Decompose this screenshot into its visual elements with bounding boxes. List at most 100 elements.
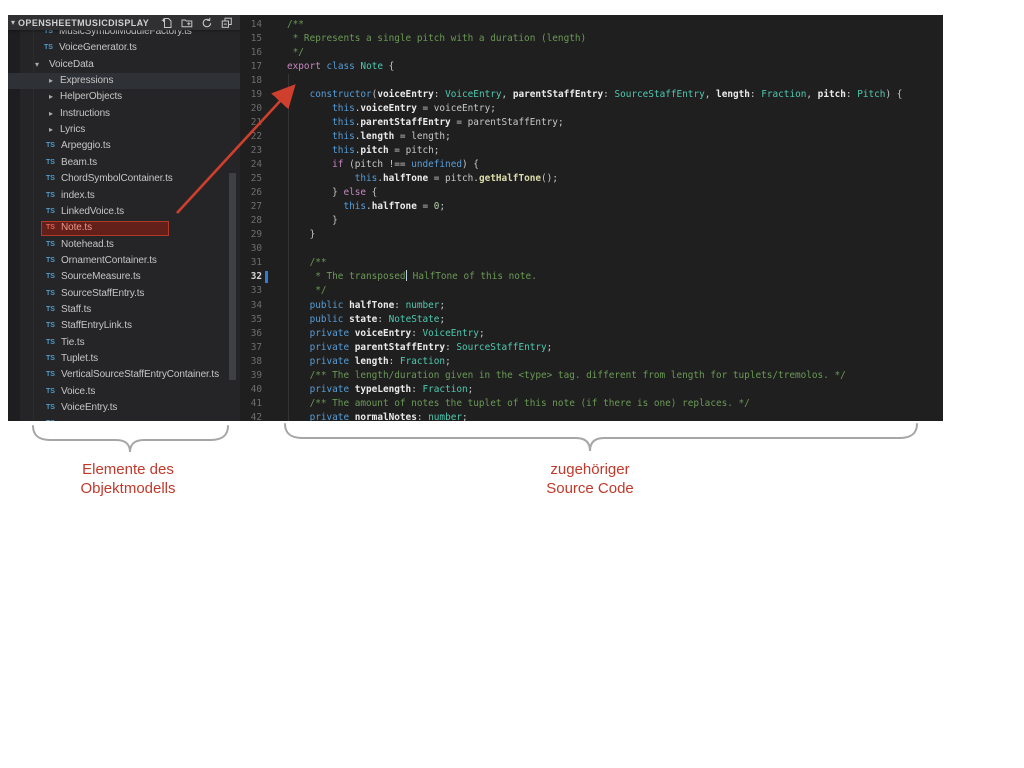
code-text: */ — [287, 46, 304, 58]
code-line-17[interactable]: 17 export class Note { — [240, 60, 943, 74]
tree-item-staffentrylink-ts[interactable]: TS StaffEntryLink.ts — [8, 318, 240, 334]
code-line-16[interactable]: 16 */ — [240, 46, 943, 60]
tree-item-label: Lyrics — [60, 124, 86, 136]
code-line-37[interactable]: 37 private parentStaffEntry: SourceStaff… — [240, 341, 943, 355]
tree-item-voicedata[interactable]: ▾ VoiceData — [8, 57, 240, 73]
tree-item-index-ts[interactable]: TS index.ts — [8, 188, 240, 204]
chevron-down-icon: ▾ — [11, 18, 16, 27]
ts-file-icon: TS — [46, 387, 55, 395]
tree-item-label: Staff.ts — [61, 303, 92, 315]
tree-item-ornamentcontainer-ts[interactable]: TS OrnamentContainer.ts — [8, 253, 240, 269]
chevron-right-icon: ▸ — [49, 76, 54, 86]
code-line-40[interactable]: 40 private typeLength: Fraction; — [240, 383, 943, 397]
sidebar-scrollbar[interactable] — [229, 173, 236, 380]
tree-item-label: SourceMeasure.ts — [61, 271, 141, 283]
code-line-31[interactable]: 31 /** — [240, 256, 943, 270]
ts-file-icon: TS — [46, 305, 55, 313]
line-number: 42 — [250, 411, 262, 421]
line-number: 34 — [250, 299, 262, 311]
tree-item-label: VoiceData — [49, 58, 94, 70]
ts-file-icon: TS — [46, 289, 55, 297]
ts-file-icon: TS — [46, 142, 55, 150]
code-line-32[interactable]: 32 * The transposed HalfTone of this not… — [240, 270, 943, 284]
line-number: 38 — [250, 355, 262, 367]
code-line-18[interactable]: 18 — [240, 74, 943, 88]
code-text: */ — [287, 285, 327, 297]
refresh-icon[interactable] — [201, 17, 213, 29]
code-line-39[interactable]: 39 /** The length/duration given in the … — [240, 369, 943, 383]
tree-item-verticalsourcestaffentrycontainer-ts[interactable]: TS VerticalSourceStaffEntryContainer.ts — [8, 367, 240, 383]
line-number: 37 — [250, 341, 262, 353]
line-number: 35 — [250, 313, 262, 325]
vscode-screenshot: TS MusicSymbolModuleFactory.ts TS VoiceGene… — [8, 15, 943, 421]
code-line-30[interactable]: 30 — [240, 242, 943, 256]
tree-item-tie-ts[interactable]: TS Tie.ts — [8, 335, 240, 351]
code-line-35[interactable]: 35 public state: NoteState; — [240, 313, 943, 327]
code-line-22[interactable]: 22 this.length = length; — [240, 130, 943, 144]
code-line-19[interactable]: 19 constructor(voiceEntry: VoiceEntry, p… — [240, 88, 943, 102]
code-text: private normalNotes: number; — [309, 411, 468, 421]
code-line-36[interactable]: 36 private voiceEntry: VoiceEntry; — [240, 327, 943, 341]
ts-file-icon: TS — [46, 175, 55, 183]
code-text: private parentStaffEntry: SourceStaffEnt… — [309, 341, 553, 353]
tree-item-notehead-ts[interactable]: TS Notehead.ts — [8, 237, 240, 253]
code-text: constructor(voiceEntry: VoiceEntry, pare… — [309, 88, 903, 100]
new-file-icon[interactable] — [161, 17, 173, 29]
tree-item-label: HelperObjects — [60, 91, 123, 103]
code-line-27[interactable]: 27 this.halfTone = 0; — [240, 200, 943, 214]
code-line-34[interactable]: 34 public halfTone: number; — [240, 299, 943, 313]
code-line-20[interactable]: 20 this.voiceEntry = voiceEntry; — [240, 102, 943, 116]
collapse-all-icon[interactable] — [221, 17, 233, 29]
tree-item-sourcestaffentry-ts[interactable]: TS SourceStaffEntry.ts — [8, 286, 240, 302]
code-line-26[interactable]: 26 } else { — [240, 186, 943, 200]
tree-item-tuplet-ts[interactable]: TS Tuplet.ts — [8, 351, 240, 367]
tree-item-staff-ts[interactable]: TS Staff.ts — [8, 302, 240, 318]
code-text: private length: Fraction; — [309, 355, 451, 367]
line-number: 41 — [250, 397, 262, 409]
code-text: * The transposed HalfTone of this note. — [287, 270, 537, 283]
tree-item-lyrics[interactable]: ▸ Lyrics — [8, 122, 240, 138]
code-line-33[interactable]: 33 */ — [240, 284, 943, 298]
code-editor: 14 /** 15 * Represents a single pitch with… — [240, 15, 943, 421]
tree-item-label: LinkedVoice.ts — [61, 205, 125, 217]
line-number: 33 — [250, 285, 262, 297]
ts-file-icon: TS — [46, 338, 55, 346]
page: { "colors":{"accent_red":"#c0392b","sele… — [0, 0, 1024, 768]
tree-item-linkedvoice-ts[interactable]: TS LinkedVoice.ts — [8, 204, 240, 220]
code-line-42[interactable]: 42 private normalNotes: number; — [240, 411, 943, 421]
explorer-section-header[interactable]: ▾ OPENSHEETMUSICDISPLAY — [8, 15, 240, 30]
tree-item-voiceentry-ts[interactable]: TS VoiceEntry.ts — [8, 400, 240, 416]
tree-item-sourcemeasure-ts[interactable]: TS SourceMeasure.ts — [8, 269, 240, 285]
line-number: 17 — [250, 60, 262, 72]
code-text: private typeLength: Fraction; — [309, 383, 474, 395]
code-line-41[interactable]: 41 /** The amount of notes the tuplet of… — [240, 397, 943, 411]
tree-item-label: SourceStaffEntry.ts — [61, 287, 145, 299]
code-line-28[interactable]: 28 } — [240, 214, 943, 228]
tree-item-note-ts[interactable]: TS Note.ts — [8, 220, 240, 236]
tree-item-helperobjects[interactable]: ▸ HelperObjects — [8, 89, 240, 105]
tree-item-expressions[interactable]: ▸ Expressions — [8, 73, 240, 90]
tree-item-chordsymbolcontainer-ts[interactable]: TS ChordSymbolContainer.ts — [8, 171, 240, 187]
code-line-14[interactable]: 14 /** — [240, 18, 943, 32]
tree-item-partial[interactable]: TS — [8, 416, 240, 421]
code-line-23[interactable]: 23 this.pitch = pitch; — [240, 144, 943, 158]
chevron-down-icon: ▾ — [35, 59, 40, 69]
line-number: 28 — [250, 215, 262, 227]
tree-item-beam-ts[interactable]: TS Beam.ts — [8, 155, 240, 171]
tree-item-instructions[interactable]: ▸ Instructions — [8, 106, 240, 122]
code-line-15[interactable]: 15 * Represents a single pitch with a du… — [240, 32, 943, 46]
line-number: 30 — [250, 243, 262, 255]
tree-item-voicegenerator-ts[interactable]: TS VoiceGenerator.ts — [8, 40, 240, 56]
tree-item-voice-ts[interactable]: TS Voice.ts — [8, 384, 240, 400]
code-text: * Represents a single pitch with a durat… — [287, 32, 587, 44]
tree-item-arpeggio-ts[interactable]: TS Arpeggio.ts — [8, 138, 240, 154]
right-brace — [284, 423, 918, 452]
code-line-21[interactable]: 21 this.parentStaffEntry = parentStaffEn… — [240, 116, 943, 130]
code-line-29[interactable]: 29 } — [240, 228, 943, 242]
code-line-24[interactable]: 24 if (pitch !== undefined) { — [240, 158, 943, 172]
ts-file-icon: TS — [46, 355, 55, 362]
new-folder-icon[interactable] — [181, 17, 193, 29]
code-line-38[interactable]: 38 private length: Fraction; — [240, 355, 943, 369]
code-line-25[interactable]: 25 this.halfTone = pitch.getHalfTone(); — [240, 172, 943, 186]
code-text: /** The amount of notes the tuplet of th… — [309, 397, 750, 409]
